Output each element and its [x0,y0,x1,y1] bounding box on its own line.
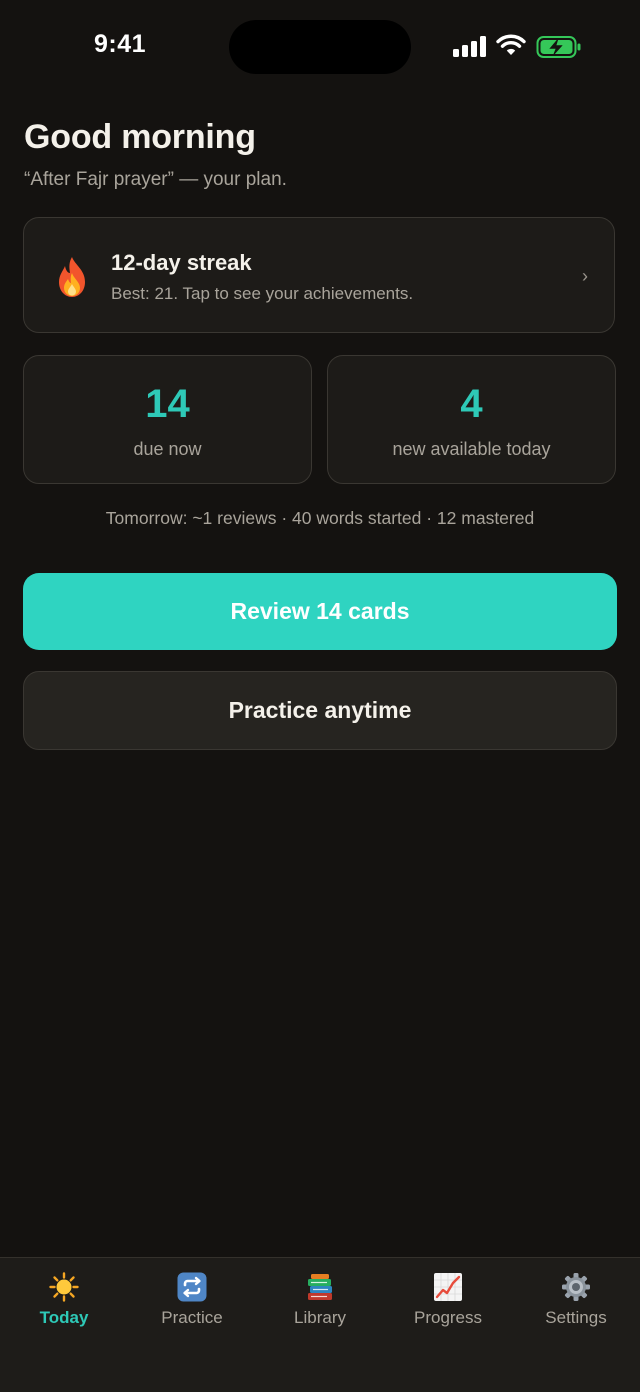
new-available-card: 4 new available today [327,355,616,484]
tab-label-progress: Progress [413,1308,483,1327]
review-cards-button[interactable]: Review 14 cards [23,573,617,650]
tab-label-settings: Settings [545,1308,607,1327]
due-count: 14 [145,382,190,426]
tab-progress[interactable]: Progress [384,1258,512,1348]
tab-today[interactable]: Today [0,1258,128,1348]
cellular-signal-icon [453,35,487,57]
tab-practice[interactable]: Practice [128,1258,256,1348]
plan-subtitle: “After Fajr prayer” — your plan. [24,169,287,190]
new-count: 4 [460,382,483,426]
new-label: new available today [392,439,551,459]
chart-icon [434,1273,462,1301]
repeat-icon [177,1272,207,1302]
practice-anytime-button[interactable]: Practice anytime [23,671,617,750]
tab-library[interactable]: Library [256,1258,384,1348]
tab-label-practice: Practice [161,1308,223,1327]
tomorrow-summary: Tomorrow: ~1 reviews · 40 words started … [105,508,535,528]
dynamic-island [229,20,411,74]
books-icon [308,1274,332,1300]
tab-bar: Today Practice Library Progress Settings [0,1257,640,1392]
battery-charging-icon [536,36,581,58]
due-now-card: 14 due now [23,355,312,484]
chevron-right-icon: › [582,266,588,286]
tab-label-library: Library [294,1308,346,1327]
sun-icon [49,1272,79,1302]
status-time: 9:41 [94,30,147,58]
gear-icon [562,1273,590,1301]
due-label: due now [133,439,202,459]
status-bar: 9:41 [0,0,640,96]
streak-card[interactable]: 12-day streak Best: 21. Tap to see your … [23,217,615,333]
streak-subtitle: Best: 21. Tap to see your achievements. [111,284,414,303]
flame-icon [59,257,85,297]
page-title: Good morning [24,118,256,156]
streak-title: 12-day streak [111,250,252,275]
tab-label-today: Today [39,1308,89,1327]
wifi-icon [496,34,526,55]
tab-settings[interactable]: Settings [512,1258,640,1348]
